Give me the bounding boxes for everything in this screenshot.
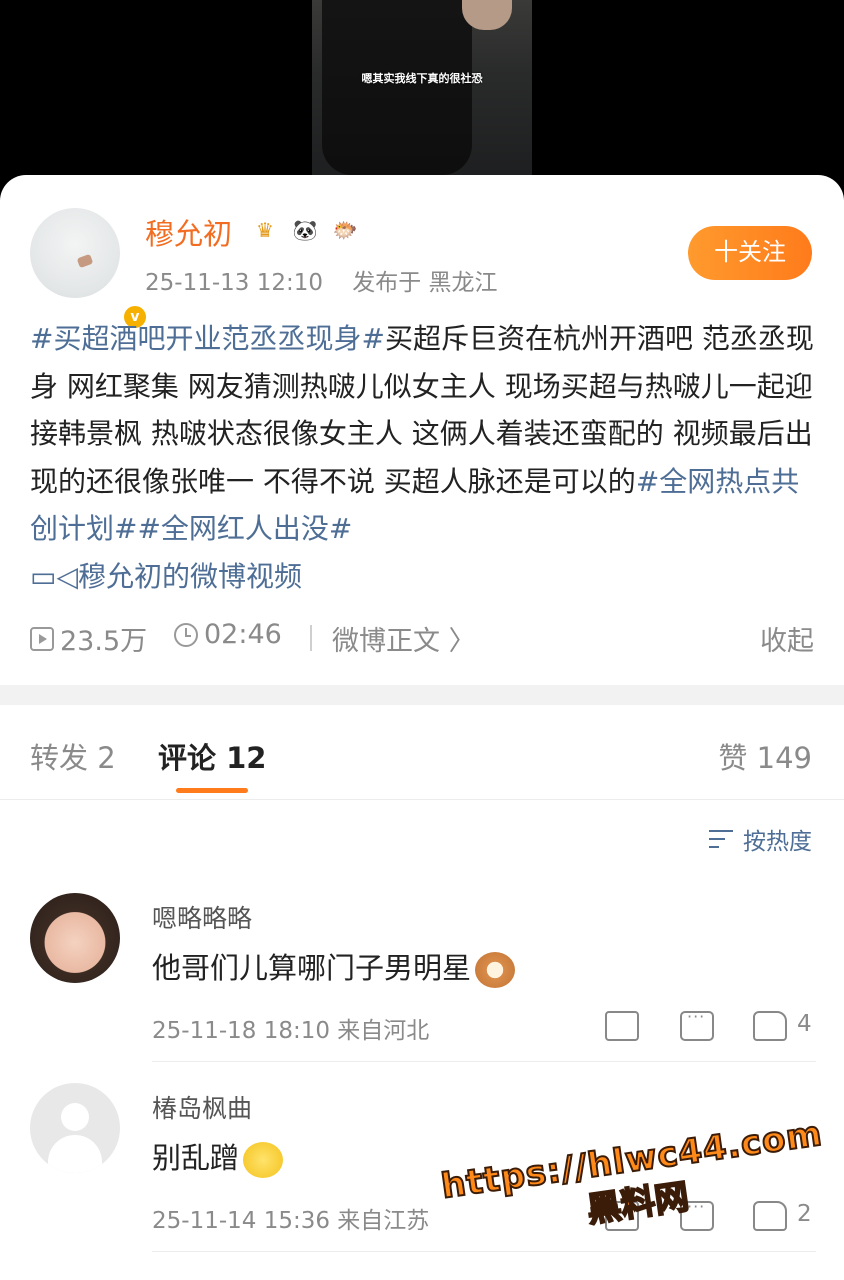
video-duration: 02:46 (174, 619, 282, 650)
video-subtitle: 嗯其实我线下真的很社恐 (361, 72, 483, 85)
clock-icon (174, 622, 198, 647)
weibo-body-link[interactable]: 微博正文 〉 (332, 619, 476, 658)
like-icon[interactable] (753, 1011, 787, 1041)
video-player[interactable]: 嗯其实我线下真的很社恐 (0, 0, 844, 200)
commenter-name[interactable]: 嗯略略略 (152, 899, 252, 935)
video-camera-icon: ▭◁ (30, 559, 78, 593)
reply-icon[interactable] (680, 1007, 714, 1041)
comment-text: 他哥们儿算哪门子男明星 (152, 945, 516, 988)
avatar-figure (76, 253, 94, 269)
comment-item: 嗯略略略 他哥们儿算哪门子男明星 25-11-18 18:10 来自河北 4 (0, 893, 844, 1063)
commenter-name[interactable]: 椿岛枫曲 (152, 1089, 252, 1125)
panda-badge-icon: 🐼 (288, 215, 322, 245)
video-link[interactable]: ▭◁穆允初的微博视频 (30, 560, 302, 593)
comment-text: 别乱蹭 (152, 1135, 284, 1178)
interaction-tabs: 转发 2 评论 12 赞 149 (0, 705, 844, 800)
hashtag-influencer[interactable]: #全网红人出没# (137, 512, 352, 545)
like-count: 2 (797, 1201, 812, 1227)
hashtag-topic[interactable]: #买超酒吧开业范丞丞现身# (30, 322, 385, 355)
post-location: 发布于 黑龙江 (352, 270, 498, 296)
sort-icon (709, 828, 735, 850)
comment-meta: 25-11-14 15:36 来自江苏 (152, 1208, 430, 1234)
active-tab-indicator (176, 788, 248, 793)
cat-emoji-icon (475, 952, 516, 988)
video-person (322, 0, 472, 175)
post-timestamp: 25-11-13 12:10 (145, 270, 323, 296)
like-count: 4 (797, 1011, 812, 1037)
comment-actions: 4 (605, 1007, 815, 1043)
laughing-emoji-icon (243, 1142, 284, 1178)
post-card: v 穆允初 ♛ 🐼 🐡 25-11-13 12:10 发布于 黑龙江 十关注 #… (0, 175, 844, 685)
pufferfish-badge-icon: 🐡 (332, 218, 358, 242)
author-name[interactable]: 穆允初 (145, 211, 232, 253)
comment-meta: 25-11-18 18:10 来自河北 (152, 1018, 430, 1044)
comment-divider (152, 1061, 816, 1062)
follow-button[interactable]: 十关注 (688, 226, 812, 280)
post-stats: 23.5万 02:46 微博正文 〉 收起 (30, 619, 814, 658)
tab-comments[interactable]: 评论 12 (158, 735, 266, 777)
stats-divider (310, 625, 312, 651)
share-icon[interactable] (605, 1011, 639, 1041)
view-count: 23.5万 (30, 619, 147, 658)
sort-button[interactable]: 按热度 (709, 822, 812, 856)
collapse-button[interactable]: 收起 (760, 619, 814, 658)
commenter-avatar[interactable] (30, 1083, 120, 1173)
commenter-avatar[interactable] (30, 893, 120, 983)
author-badges: ♛ 🐼 🐡 (248, 215, 362, 247)
play-icon (30, 626, 54, 651)
tab-repost[interactable]: 转发 2 (30, 735, 116, 777)
section-divider (0, 685, 844, 705)
comment-divider (152, 1251, 816, 1252)
video-frame[interactable]: 嗯其实我线下真的很社恐 (312, 0, 532, 175)
post-meta: 25-11-13 12:10 发布于 黑龙江 (145, 263, 498, 297)
crown-badge-icon: ♛ (256, 218, 274, 242)
author-avatar[interactable]: v (30, 208, 148, 330)
post-body: #买超酒吧开业范丞丞现身#买超斥巨资在杭州开酒吧 范丞丞现身 网红聚集 网友猜测… (30, 315, 820, 600)
tab-likes[interactable]: 赞 149 (718, 735, 812, 777)
